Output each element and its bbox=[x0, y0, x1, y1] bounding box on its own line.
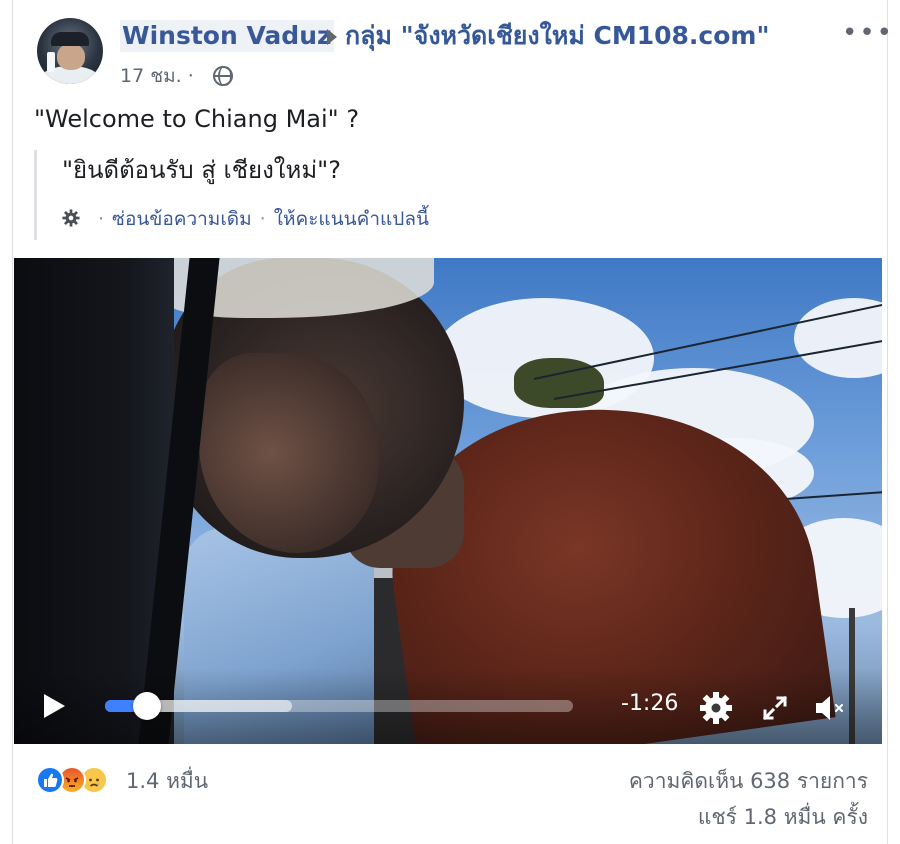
time-remaining: -1:26 bbox=[621, 691, 679, 716]
shares-count-link[interactable]: แชร์ 1.8 หมื่น ครั้ง bbox=[698, 802, 868, 832]
speaker-muted-icon[interactable] bbox=[812, 690, 848, 726]
separator-dot: · bbox=[98, 208, 105, 230]
video-controls: -1:26 bbox=[14, 668, 882, 744]
fullscreen-icon[interactable] bbox=[757, 690, 793, 726]
globe-icon[interactable] bbox=[213, 66, 233, 86]
reaction-count[interactable]: 1.4 หมื่น bbox=[126, 766, 208, 796]
post-text: "Welcome to Chiang Mai" ? bbox=[34, 105, 360, 133]
author-name-link[interactable]: Winston Vaduz bbox=[120, 20, 334, 52]
avatar-cap bbox=[51, 32, 89, 46]
avatar-bottle bbox=[47, 52, 55, 72]
video-cloud bbox=[794, 298, 882, 378]
author-avatar[interactable] bbox=[37, 18, 103, 84]
post-timestamp[interactable]: 17 ชม. · bbox=[120, 64, 194, 88]
group-name-link[interactable]: กลุ่ม "จังหวัดเชียงใหม่ CM108.com" bbox=[345, 20, 770, 52]
avatar-face bbox=[57, 44, 85, 70]
rate-translation-link[interactable]: ให้คะแนนคำแปลนี้ bbox=[274, 208, 429, 230]
comments-count-link[interactable]: ความคิดเห็น 638 รายการ bbox=[629, 766, 868, 796]
more-dots-icon[interactable]: ••• bbox=[842, 18, 894, 48]
arrow-right-icon bbox=[327, 29, 337, 45]
translation-block: "ยินดีต้อนรับ สู่ เชียงใหม่"? · ซ่อนข้อคว… bbox=[34, 150, 854, 240]
seek-bar[interactable] bbox=[105, 692, 573, 720]
translation-actions: · ซ่อนข้อความเดิม · ให้คะแนนคำแปลนี้ bbox=[62, 206, 429, 232]
gear-icon[interactable] bbox=[698, 690, 734, 726]
like-reaction-icon bbox=[36, 766, 64, 794]
hide-original-link[interactable]: ซ่อนข้อความเดิม bbox=[112, 208, 252, 230]
translated-text: "ยินดีต้อนรับ สู่ เชียงใหม่"? bbox=[62, 156, 341, 184]
video-player[interactable]: -1:26 bbox=[14, 258, 882, 744]
seek-handle[interactable] bbox=[133, 692, 162, 720]
separator-dot: · bbox=[259, 208, 266, 230]
gear-icon[interactable] bbox=[62, 209, 80, 227]
play-icon[interactable] bbox=[44, 694, 65, 718]
